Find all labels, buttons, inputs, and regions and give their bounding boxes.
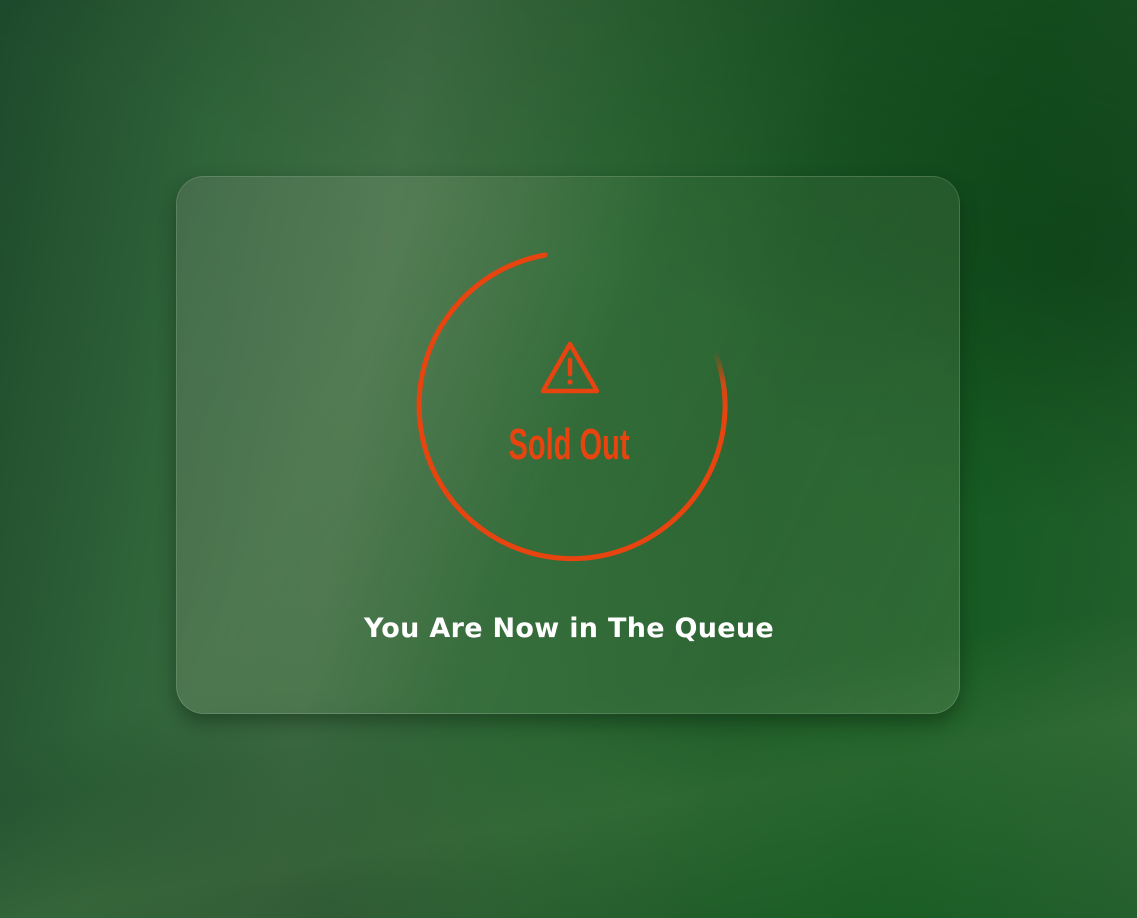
queue-status-card: Sold Out You Are Now in The Queue [176, 176, 960, 714]
queue-message: You Are Now in The Queue [363, 613, 775, 644]
status-title: Sold Out [508, 420, 630, 469]
warning-triangle-icon [540, 341, 600, 394]
loading-spinner-ring [416, 252, 728, 562]
